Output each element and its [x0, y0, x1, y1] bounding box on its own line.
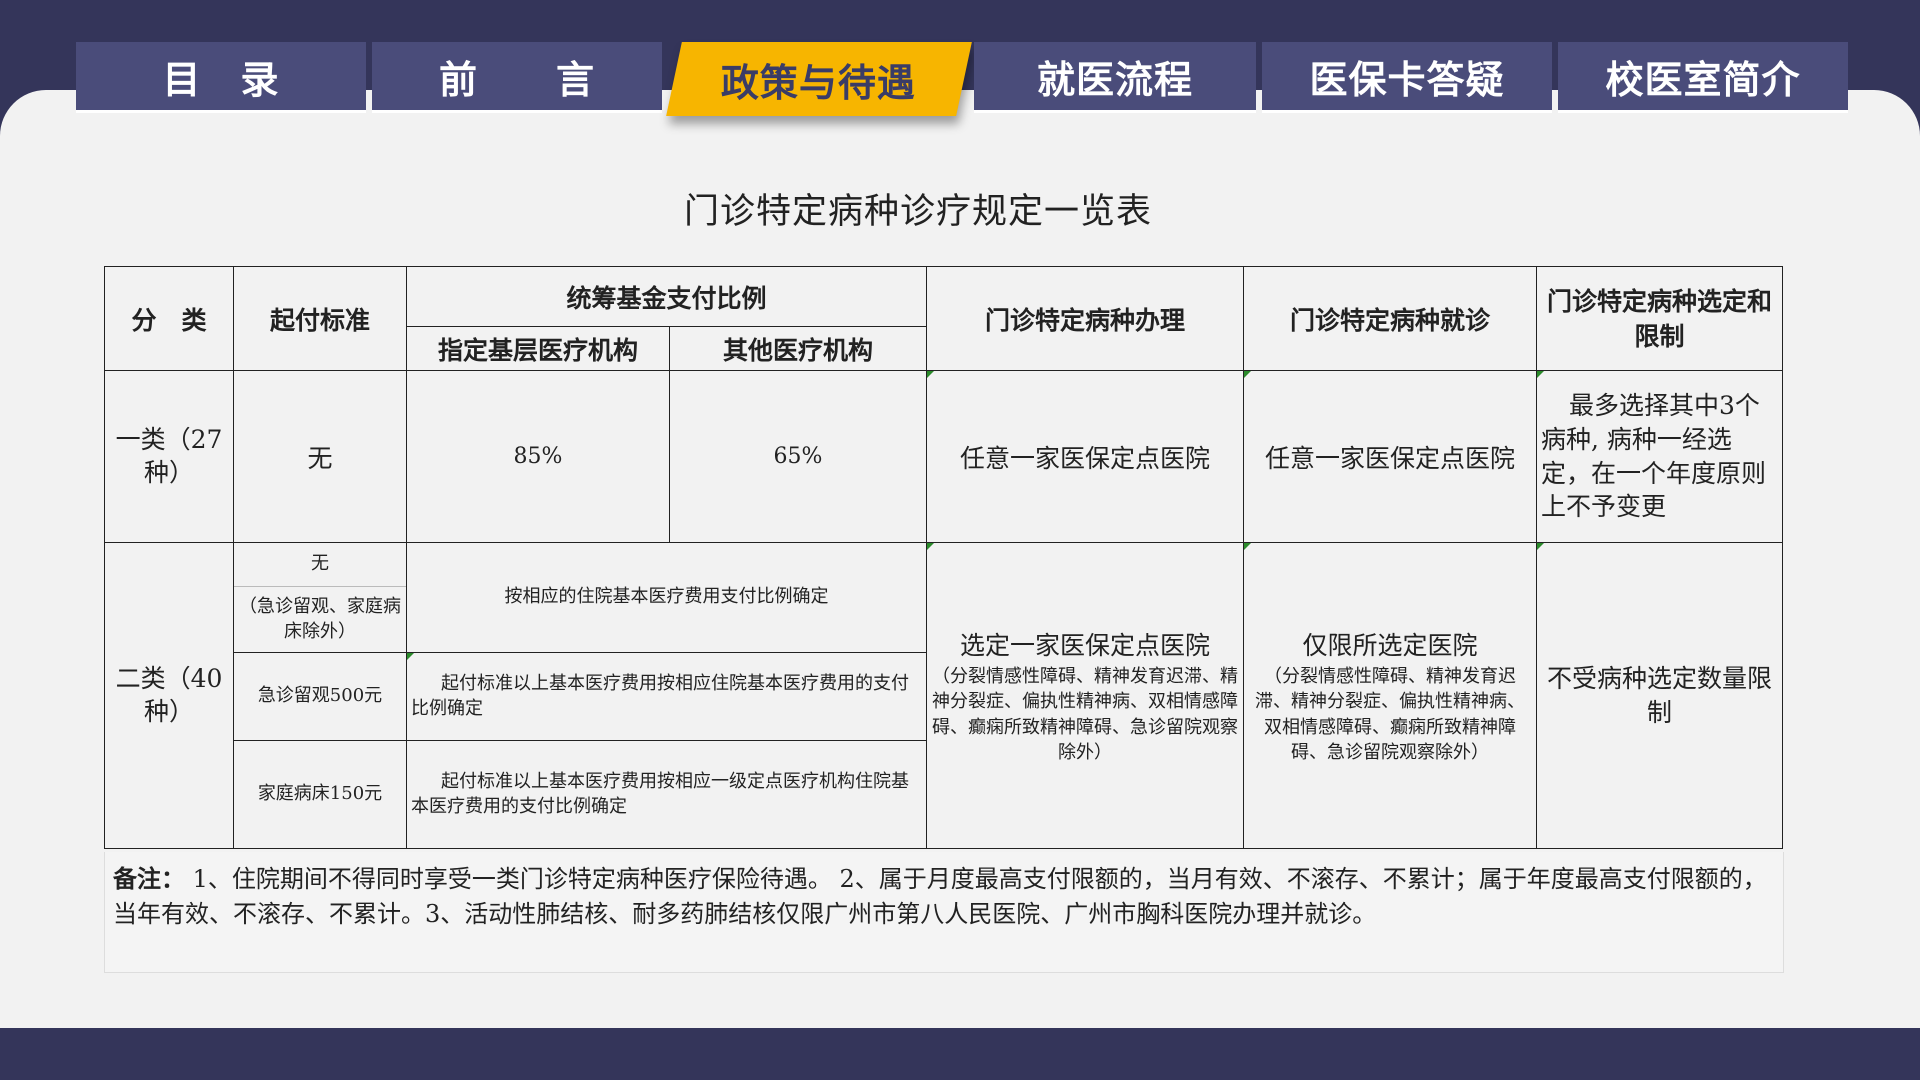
row1-category: 一类（27种） — [104, 370, 234, 543]
row2-ratio-a: 按相应的住院基本医疗费用支付比例确定 — [405, 542, 928, 653]
page-title: 门诊特定病种诊疗规定一览表 — [683, 192, 1152, 232]
row2-visit-main: 仅限所选定医院 — [1302, 631, 1478, 661]
row2-threshold-a-note: （急诊留观、家庭病床除外） — [233, 586, 407, 653]
row2-selection: 不受病种选定数量限制 — [1536, 542, 1784, 849]
row2-visit: 仅限所选定医院 （分裂情感性障碍、精神发育迟滞、精神分裂症、偏执性精神病、双相情… — [1243, 542, 1538, 849]
row2-ratio-c: 起付标准以上基本医疗费用按相应一级定点医疗机构住院基本医疗费用的支付比例确定 — [405, 740, 928, 849]
row2-threshold-a-main: 无 — [233, 542, 407, 587]
row2-ratio-b: 起付标准以上基本医疗费用按相应住院基本医疗费用的支付比例确定 — [405, 652, 928, 741]
row1-selection: 最多选择其中3个病种, 病种一经选定，在一个年度原则上不予变更 — [1536, 370, 1784, 543]
header-designated: 指定基层医疗机构 — [406, 326, 670, 371]
row1-threshold: 无 — [233, 370, 407, 543]
top-nav: 目 录 前 言 政策与待遇 就医流程 医保卡答疑 校医室简介 — [76, 42, 1848, 116]
tab-contents[interactable]: 目 录 — [76, 42, 366, 113]
footnote-label: 备注： — [113, 864, 185, 893]
header-category: 分 类 — [104, 266, 234, 371]
header-other: 其他医疗机构 — [668, 326, 928, 371]
row2-threshold-c: 家庭病床150元 — [233, 740, 407, 849]
row2-visit-note: （分裂情感性障碍、精神发育迟滞、精神分裂症、偏执性精神病、双相情感障碍、癫痫所致… — [1255, 666, 1526, 763]
row2-category: 二类（40种） — [104, 542, 234, 849]
tab-policy[interactable]: 政策与待遇 — [666, 42, 972, 116]
header-row: 分 类 起付标准 统筹基金支付比例 门诊特定病种办理 门诊特定病种就诊 门诊特定… — [104, 266, 1784, 371]
header-handling: 门诊特定病种办理 — [926, 266, 1245, 371]
footnote-text: 1、住院期间不得同时享受一类门诊特定病种医疗保险待遇。 2、属于月度最高支付限额… — [113, 865, 1767, 928]
table-row: 一类（27种） 无 85% 65% 任意一家医保定点医院 任意一家医保定点医院 … — [104, 370, 1784, 543]
header-selection: 门诊特定病种选定和限制 — [1536, 266, 1784, 371]
tab-card-faq[interactable]: 医保卡答疑 — [1262, 42, 1552, 113]
row2-handling: 选定一家医保定点医院 （分裂情感性障碍、精神发育迟滞、精神分裂症、偏执性精神病、… — [926, 542, 1245, 849]
row1-visit: 任意一家医保定点医院 — [1243, 370, 1538, 543]
tab-clinic-intro[interactable]: 校医室简介 — [1558, 42, 1848, 113]
row1-designated: 85% — [406, 370, 670, 543]
tab-process[interactable]: 就医流程 — [974, 42, 1256, 113]
table-row: 二类（40种） 无 按相应的住院基本医疗费用支付比例确定 选定一家医保定点医院 … — [104, 542, 1784, 849]
header-fund-ratio: 统筹基金支付比例 — [405, 266, 928, 327]
footnote: 备注： 1、住院期间不得同时享受一类门诊特定病种医疗保险待遇。 2、属于月度最高… — [104, 852, 1784, 973]
policy-table: 分 类 起付标准 统筹基金支付比例 门诊特定病种办理 门诊特定病种就诊 门诊特定… — [104, 266, 1784, 849]
row2-handling-note: （分裂情感性障碍、精神发育迟滞、精神分裂症、偏执性精神病、双相情感障碍、癫痫所致… — [932, 666, 1239, 763]
header-visit: 门诊特定病种就诊 — [1243, 266, 1538, 371]
row1-other: 65% — [668, 370, 928, 543]
row1-handling: 任意一家医保定点医院 — [926, 370, 1245, 543]
row2-handling-main: 选定一家医保定点医院 — [960, 631, 1211, 661]
header-threshold: 起付标准 — [233, 266, 407, 371]
row2-threshold-b: 急诊留观500元 — [233, 652, 407, 741]
tab-preface[interactable]: 前 言 — [372, 42, 662, 113]
